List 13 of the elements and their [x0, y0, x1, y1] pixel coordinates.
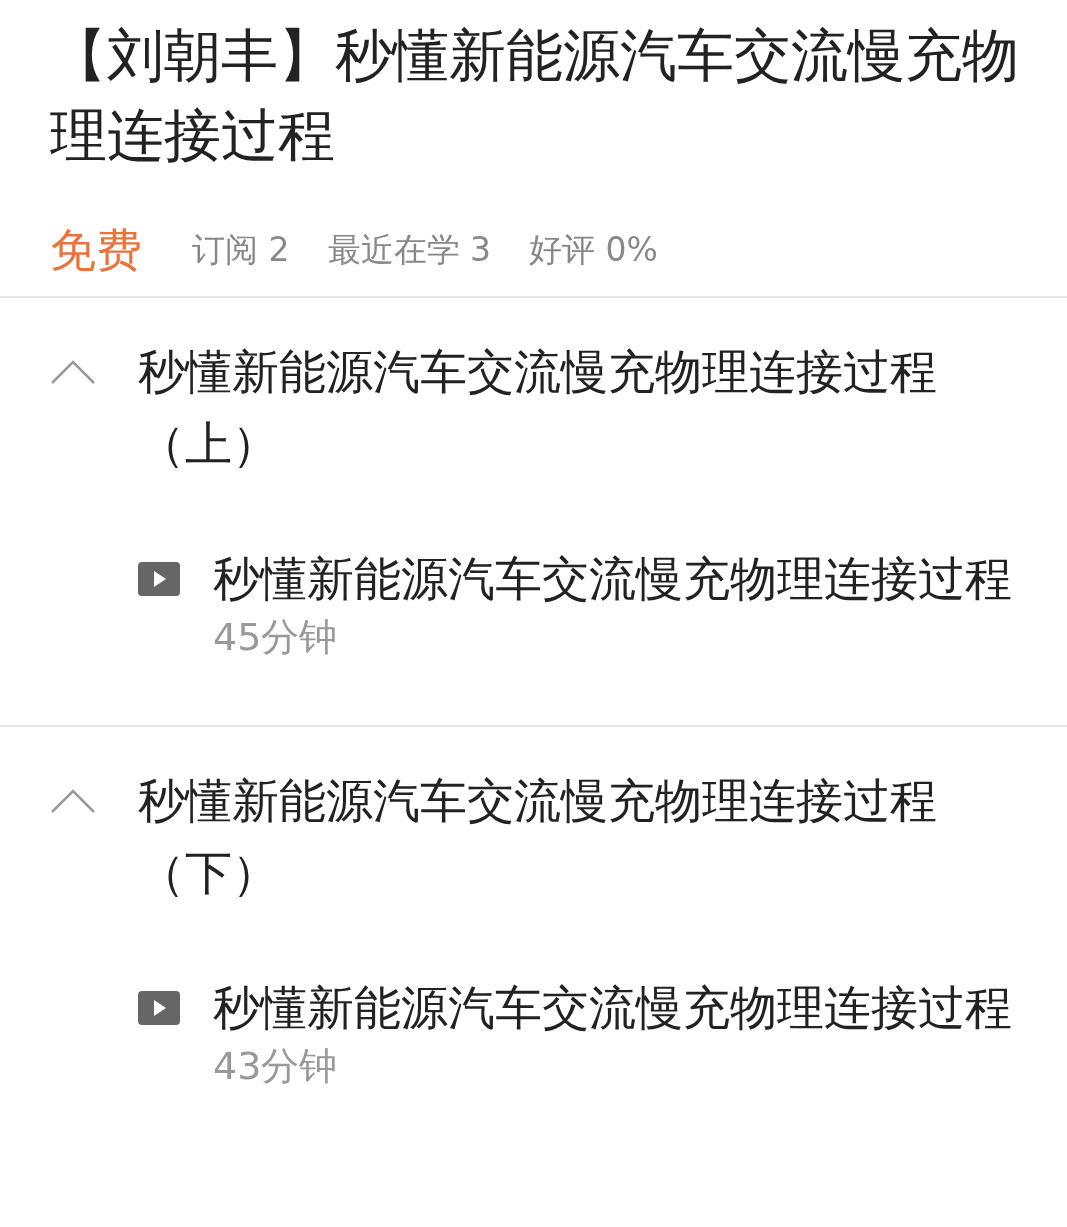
video-icon [138, 562, 180, 596]
course-title: 【刘朝丰】秒懂新能源汽车交流慢充物理连接过程 [49, 21, 1020, 170]
stat-text: 好评 0% [529, 229, 658, 271]
duration-text: 45分钟 [213, 614, 339, 661]
price-label: 免费 [50, 222, 142, 279]
section-title[interactable]: 秒懂新能源汽车交流慢充物理连接过程（上） [138, 336, 968, 480]
section-title[interactable]: 秒懂新能源汽车交流慢充物理连接过程（下） [138, 765, 968, 909]
lesson-title[interactable]: 秒懂新能源汽车交流慢充物理连接过程 [213, 549, 1012, 609]
stat-text: 订阅 2 [192, 229, 290, 271]
duration-text: 43分钟 [213, 1043, 339, 1090]
video-icon [138, 991, 180, 1025]
lesson-title[interactable]: 秒懂新能源汽车交流慢充物理连接过程 [213, 978, 1012, 1038]
stat-text: 最近在学 3 [327, 229, 491, 271]
